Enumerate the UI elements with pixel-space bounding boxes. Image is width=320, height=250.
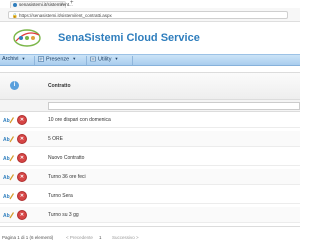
pager-next-button[interactable]: Successivo > <box>112 235 139 240</box>
info-icon[interactable]: i <box>10 81 19 90</box>
edit-icon[interactable]: Ab <box>3 135 14 143</box>
browser-tabbar: senasistemi.it/sistemi/ent... × + <box>0 0 300 8</box>
menu-divider <box>34 56 35 65</box>
favicon-icon <box>13 3 17 7</box>
table-row[interactable]: Ab ✕ Turno Sera <box>0 188 300 204</box>
pager-prev-button[interactable]: < Precedente <box>66 235 93 240</box>
svg-text:Ab: Ab <box>3 194 10 200</box>
contratto-cell: Nuovo Contratto <box>48 155 85 161</box>
utility-icon <box>90 56 96 62</box>
url-text: https://senasistemi.it/sistemi/ent_contr… <box>19 13 112 18</box>
main-menu: Archivi ▼ Presenze ▼ Utility ▼ <box>0 54 300 66</box>
menu-archivi-label: Archivi <box>2 56 19 62</box>
contratto-cell: Turno Sera <box>48 193 73 199</box>
app-header: SenaSistemi Cloud Service <box>0 22 300 54</box>
pager-info: Pagina 1 di 1 (6 elementi) <box>2 235 54 240</box>
filter-row <box>0 100 300 112</box>
grid-header: i Contratto <box>0 72 300 100</box>
lock-icon: 🔒 <box>12 13 18 18</box>
browser-tab-title: senasistemi.it/sistemi/ent... <box>19 2 73 7</box>
contratto-cell: 10 ore dispari con domenica <box>48 117 111 123</box>
contratto-cell: Turno su 3 gg <box>48 212 79 218</box>
delete-icon[interactable]: ✕ <box>17 153 27 163</box>
url-field[interactable]: 🔒 https://senasistemi.it/sistemi/ent_con… <box>8 11 288 19</box>
menu-divider <box>86 56 87 65</box>
svg-text:Ab: Ab <box>3 175 10 181</box>
chevron-down-icon: ▼ <box>21 56 26 61</box>
table-row[interactable]: Ab ✕ 10 ore dispari con domenica <box>0 112 300 128</box>
delete-icon[interactable]: ✕ <box>17 115 27 125</box>
address-bar: 🔒 https://senasistemi.it/sistemi/ent_con… <box>0 8 300 22</box>
delete-icon[interactable]: ✕ <box>17 134 27 144</box>
contratto-filter-input[interactable] <box>48 102 300 110</box>
table-row[interactable]: Ab ✕ Turno su 3 gg <box>0 207 300 223</box>
delete-icon[interactable]: ✕ <box>17 191 27 201</box>
menu-archivi[interactable]: Archivi ▼ <box>2 56 25 65</box>
edit-icon[interactable]: Ab <box>3 173 14 181</box>
column-header-contratto[interactable]: Contratto <box>48 83 71 89</box>
table-row[interactable]: Ab ✕ Nuovo Contratto <box>0 150 300 166</box>
chevron-down-icon: ▼ <box>72 56 77 62</box>
menu-divider <box>132 56 133 65</box>
contratto-cell: 5 ORE <box>48 136 64 142</box>
menu-presenze-label: Presenze <box>46 56 70 63</box>
contratto-cell: Turno 36 ore feci <box>48 174 86 180</box>
menu-utility-label: Utility <box>98 56 112 63</box>
menu-utility[interactable]: Utility ▼ <box>90 56 118 65</box>
svg-text:Ab: Ab <box>3 118 10 124</box>
app-title: SenaSistemi Cloud Service <box>58 32 200 44</box>
edit-icon[interactable]: Ab <box>3 211 14 219</box>
svg-text:Ab: Ab <box>3 213 10 219</box>
table-row[interactable]: Ab ✕ Turno 36 ore feci <box>0 169 300 185</box>
edit-icon[interactable]: Ab <box>3 154 14 162</box>
attendance-icon <box>38 56 44 62</box>
chevron-down-icon: ▼ <box>114 56 119 62</box>
pager: Pagina 1 di 1 (6 elementi) < Precedente … <box>0 226 300 250</box>
svg-text:Ab: Ab <box>3 137 10 143</box>
svg-text:Ab: Ab <box>3 156 10 162</box>
pager-current-page[interactable]: 1 <box>99 235 102 240</box>
edit-icon[interactable]: Ab <box>3 116 14 124</box>
table-row[interactable]: Ab ✕ 5 ORE <box>0 131 300 147</box>
browser-tab[interactable]: senasistemi.it/sistemi/ent... × <box>10 1 73 8</box>
edit-icon[interactable]: Ab <box>3 192 14 200</box>
company-logo <box>13 29 41 47</box>
delete-icon[interactable]: ✕ <box>17 172 27 182</box>
new-tab-button[interactable]: + <box>70 0 74 6</box>
delete-icon[interactable]: ✕ <box>17 210 27 220</box>
menu-presenze[interactable]: Presenze ▼ <box>38 56 76 65</box>
